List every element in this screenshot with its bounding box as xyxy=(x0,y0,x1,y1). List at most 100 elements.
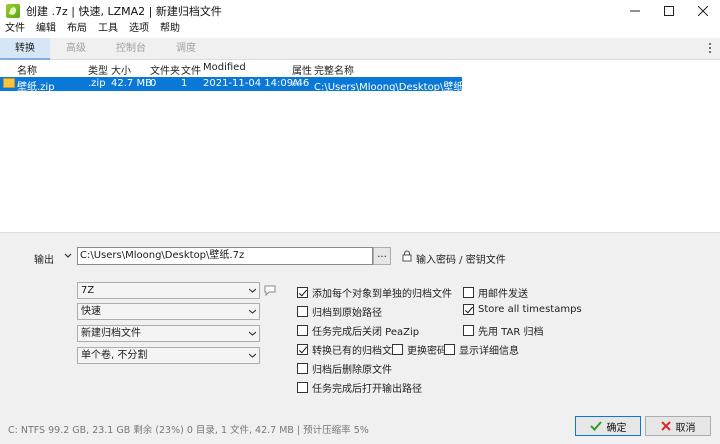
cell-full-name: C:\Users\Mloong\Desktop\壁纸.zip xyxy=(314,82,481,93)
checkbox-open-output-path[interactable]: 任务完成后打开输出路径 xyxy=(297,380,422,395)
cell-size: 42.7 MB xyxy=(111,78,152,89)
checkbox-show-details[interactable]: 显示详细信息 xyxy=(444,342,519,357)
checkbox-box[interactable] xyxy=(297,363,308,374)
file-list[interactable]: 名称 类型 大小 文件夹 文件 Modified 属性 完整名称 壁纸.zip … xyxy=(0,61,720,231)
column-header-type[interactable]: 类型 xyxy=(88,62,108,77)
column-header-files[interactable]: 文件 xyxy=(181,62,201,77)
checkbox-label: 归档后删除原文件 xyxy=(312,365,392,376)
minimize-icon xyxy=(630,10,640,12)
browse-button[interactable]: ... xyxy=(373,247,391,265)
chevron-down-icon xyxy=(249,331,256,336)
menu-layout[interactable]: 布局 xyxy=(62,22,87,36)
speed-select[interactable]: 快速 xyxy=(77,303,260,320)
archive-mode-value: 新建归档文件 xyxy=(81,328,141,339)
checkbox-label: Store all timestamps xyxy=(478,304,582,315)
checkbox-label: 更换密码 xyxy=(407,346,447,357)
cancel-button[interactable]: 取消 xyxy=(645,416,711,436)
table-row[interactable]: 壁纸.zip .zip 42.7 MB 0 1 2021-11-04 14:09… xyxy=(0,77,481,93)
checkbox-close-when-done[interactable]: 任务完成后关闭 PeaZip xyxy=(297,323,419,338)
checkbox-send-by-mail[interactable]: 用邮件发送 xyxy=(463,285,528,300)
ok-button-label: 确定 xyxy=(606,422,627,434)
checkbox-box[interactable] xyxy=(297,306,308,317)
checkbox-box[interactable] xyxy=(392,344,403,355)
split-select[interactable]: 单个卷, 不分割 xyxy=(77,347,260,364)
checkbox-box[interactable] xyxy=(297,325,308,336)
checkbox-box[interactable] xyxy=(297,382,308,393)
maximize-icon xyxy=(664,6,674,16)
column-header-name[interactable]: 名称 xyxy=(17,62,37,77)
menu-options[interactable]: 选项 xyxy=(124,22,149,36)
checkbox-box[interactable] xyxy=(463,325,474,336)
column-header-size[interactable]: 大小 xyxy=(111,62,131,77)
checkbox-box[interactable] xyxy=(463,304,474,315)
checkbox-label: 任务完成后打开输出路径 xyxy=(312,384,422,395)
window-title: 创建 .7z | 快速, LZMA2 | 新建归档文件 xyxy=(26,5,222,18)
tab-bar: 转换 高级 控制台 调度 xyxy=(0,38,720,60)
tab-advanced[interactable]: 高级 xyxy=(56,38,96,60)
checkbox-delete-after-archive[interactable]: 归档后删除原文件 xyxy=(297,361,392,376)
tab-schedule[interactable]: 调度 xyxy=(166,38,206,60)
checkbox-box[interactable] xyxy=(297,344,308,355)
checkbox-label: 先用 TAR 归档 xyxy=(478,327,544,338)
chevron-down-icon xyxy=(249,288,256,293)
checkbox-box[interactable] xyxy=(463,287,474,298)
cell-name: 壁纸.zip xyxy=(17,82,55,93)
checkbox-convert-existing[interactable]: 转换已有的归档文件 xyxy=(297,342,402,357)
checkbox-add-each-separately[interactable]: 添加每个对象到单独的归档文件 xyxy=(297,285,452,300)
menu-help[interactable]: 帮助 xyxy=(155,22,180,36)
split-value: 单个卷, 不分割 xyxy=(81,350,148,361)
column-header-full-name[interactable]: 完整名称 xyxy=(314,62,354,77)
menu-file[interactable]: 文件 xyxy=(0,22,25,36)
checkbox-archive-to-original-path[interactable]: 归档到原始路径 xyxy=(297,304,382,319)
cancel-button-label: 取消 xyxy=(675,422,696,434)
chevron-down-icon[interactable] xyxy=(64,252,72,260)
comment-icon[interactable] xyxy=(264,285,276,296)
menu-tools[interactable]: 工具 xyxy=(93,22,118,36)
zip-folder-icon xyxy=(3,78,15,88)
column-header-modified[interactable]: Modified xyxy=(203,62,246,73)
output-label: 输出 xyxy=(34,255,54,266)
archive-mode-select[interactable]: 新建归档文件 xyxy=(77,325,260,342)
checkbox-tar-first[interactable]: 先用 TAR 归档 xyxy=(463,323,543,338)
title-bar: 创建 .7z | 快速, LZMA2 | 新建归档文件 xyxy=(0,0,720,22)
tab-console[interactable]: 控制台 xyxy=(110,38,152,60)
lock-icon xyxy=(402,250,412,262)
chevron-down-icon xyxy=(249,353,256,358)
x-icon xyxy=(660,421,671,431)
menu-bar: 文件 编辑 布局 工具 选项 帮助 xyxy=(0,22,720,36)
file-list-header: 名称 类型 大小 文件夹 文件 Modified 属性 完整名称 xyxy=(0,61,720,77)
output-path-input[interactable]: C:\Users\Mloong\Desktop\壁纸.7z xyxy=(77,247,373,265)
tab-convert[interactable]: 转换 xyxy=(0,38,50,60)
checkbox-store-timestamps[interactable]: Store all timestamps xyxy=(463,304,582,315)
checkbox-label: 任务完成后关闭 PeaZip xyxy=(312,327,420,338)
checkbox-label: 转换已有的归档文件 xyxy=(312,346,402,357)
checkbox-box[interactable] xyxy=(444,344,455,355)
column-header-folders[interactable]: 文件夹 xyxy=(150,62,180,77)
cell-type: .zip xyxy=(88,78,106,89)
cell-attributes: A xyxy=(292,78,299,89)
maximize-button[interactable] xyxy=(652,0,686,22)
minimize-button[interactable] xyxy=(618,0,652,22)
menu-edit[interactable]: 编辑 xyxy=(31,22,56,36)
checkmark-icon xyxy=(589,421,602,431)
column-header-attributes[interactable]: 属性 xyxy=(292,62,312,77)
speed-value: 快速 xyxy=(81,306,101,317)
close-icon xyxy=(698,6,708,16)
format-value: 7Z xyxy=(81,285,95,296)
chevron-down-icon xyxy=(249,309,256,314)
format-select[interactable]: 7Z xyxy=(77,282,260,299)
status-bar: C: NTFS 99.2 GB, 23.1 GB 剩余 (23%) 0 目录, … xyxy=(8,425,369,436)
close-button[interactable] xyxy=(686,0,720,22)
checkbox-label: 显示详细信息 xyxy=(459,346,519,357)
more-options-icon[interactable] xyxy=(708,43,712,55)
cell-folders: 0 xyxy=(150,78,157,89)
checkbox-label: 用邮件发送 xyxy=(478,289,528,300)
checkbox-box[interactable] xyxy=(297,287,308,298)
checkbox-change-password[interactable]: 更换密码 xyxy=(392,342,447,357)
password-keyfile-link[interactable]: 输入密码 / 密钥文件 xyxy=(416,251,506,266)
checkbox-label: 添加每个对象到单独的归档文件 xyxy=(312,289,452,300)
cell-files: 1 xyxy=(181,78,188,89)
checkbox-label: 归档到原始路径 xyxy=(312,308,382,319)
peazip-app-icon xyxy=(6,4,20,18)
ok-button[interactable]: 确定 xyxy=(575,416,641,436)
